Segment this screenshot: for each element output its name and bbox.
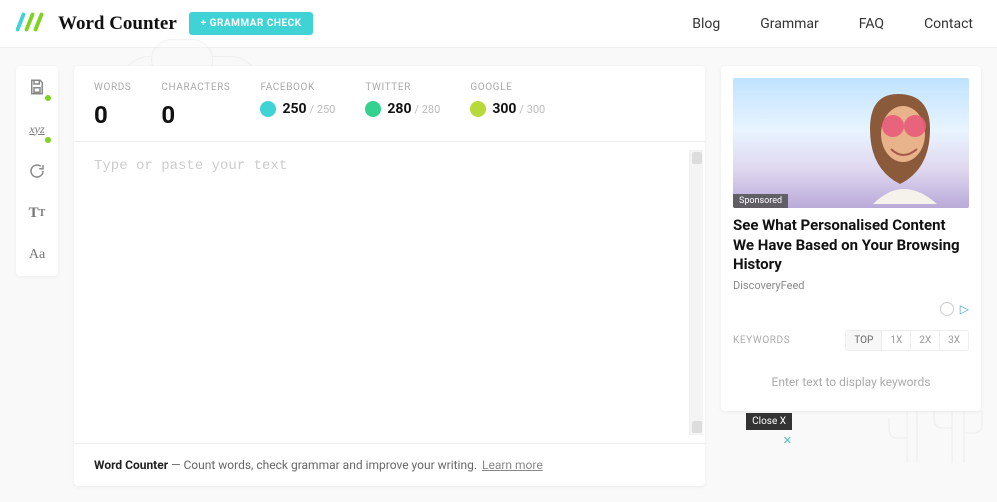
status-dot-icon bbox=[44, 94, 52, 102]
site-title: Word Counter bbox=[58, 13, 177, 35]
keyword-tabs: TOP 1X 2X 3X bbox=[845, 330, 969, 351]
footer-brand: Word Counter bbox=[94, 458, 168, 472]
font-face-tool[interactable]: Aa bbox=[24, 242, 50, 268]
nav-blog[interactable]: Blog bbox=[692, 16, 720, 32]
close-label[interactable]: Close X bbox=[746, 413, 792, 430]
tab-2x[interactable]: 2X bbox=[910, 331, 939, 350]
nav-grammar[interactable]: Grammar bbox=[760, 16, 819, 32]
scrollbar[interactable] bbox=[689, 150, 703, 435]
grammar-check-button[interactable]: + GRAMMAR CHECK bbox=[189, 12, 314, 35]
tab-3x[interactable]: 3X bbox=[939, 331, 968, 350]
learn-more-link[interactable]: Learn more bbox=[482, 458, 543, 472]
person-illustration-icon bbox=[843, 78, 963, 208]
sponsored-badge: Sponsored bbox=[733, 194, 788, 208]
font-size-tool[interactable]: TT bbox=[24, 200, 50, 226]
stat-words: WORDS 0 bbox=[94, 82, 131, 129]
logo-icon bbox=[16, 12, 46, 36]
footer-tagline: Word Counter — Count words, check gramma… bbox=[74, 443, 705, 486]
spellcheck-tool[interactable]: xyz bbox=[24, 116, 50, 142]
stat-label: GOOGLE bbox=[470, 82, 545, 93]
nav-contact[interactable]: Contact bbox=[924, 16, 973, 32]
editor-toolbar: xyz TT Aa bbox=[16, 66, 58, 276]
main-nav: Blog Grammar FAQ Contact bbox=[692, 16, 981, 32]
google-dot-icon bbox=[470, 101, 486, 117]
stat-max: / 250 bbox=[310, 103, 336, 116]
text-input[interactable] bbox=[94, 158, 699, 443]
stat-value: 0 bbox=[161, 101, 230, 129]
ad-source: DiscoveryFeed bbox=[733, 279, 969, 292]
stat-label: FACEBOOK bbox=[260, 82, 335, 93]
sync-tool[interactable] bbox=[24, 158, 50, 184]
stat-label: CHARACTERS bbox=[161, 82, 230, 93]
spellcheck-label: xyz bbox=[29, 122, 44, 137]
stat-google: GOOGLE 300 / 300 bbox=[470, 82, 545, 129]
keywords-empty-state: Enter text to display keywords bbox=[733, 351, 969, 399]
ad-title[interactable]: See What Personalised Content We Have Ba… bbox=[733, 216, 969, 275]
status-dot-icon bbox=[44, 136, 52, 144]
adchoices-face-icon[interactable] bbox=[940, 302, 954, 316]
save-tool[interactable] bbox=[24, 74, 50, 100]
stat-value: 250 bbox=[282, 101, 306, 117]
stat-value: 0 bbox=[94, 101, 131, 129]
stat-value: 300 bbox=[492, 101, 516, 117]
scroll-down-icon[interactable] bbox=[692, 421, 702, 433]
stat-twitter: TWITTER 280 / 280 bbox=[365, 82, 440, 129]
nav-faq[interactable]: FAQ bbox=[859, 16, 884, 32]
editor-card: WORDS 0 CHARACTERS 0 FACEBOOK 250 / 250 … bbox=[74, 66, 705, 486]
stat-facebook: FACEBOOK 250 / 250 bbox=[260, 82, 335, 129]
stat-label: WORDS bbox=[94, 82, 131, 93]
ad-close: Close X ✕ bbox=[746, 409, 792, 447]
facebook-dot-icon bbox=[260, 101, 276, 117]
stats-bar: WORDS 0 CHARACTERS 0 FACEBOOK 250 / 250 … bbox=[74, 66, 705, 142]
stat-characters: CHARACTERS 0 bbox=[161, 82, 230, 129]
adchoices-icon[interactable]: ▷ bbox=[960, 302, 969, 316]
footer-text: Count words, check grammar and improve y… bbox=[183, 458, 477, 472]
logo[interactable]: Word Counter bbox=[16, 12, 177, 36]
ad-image[interactable]: Sponsored bbox=[733, 78, 969, 208]
stat-label: TWITTER bbox=[365, 82, 440, 93]
stat-value: 280 bbox=[387, 101, 411, 117]
sidebar: Sponsored See What Personalised Content … bbox=[721, 66, 981, 411]
tab-top[interactable]: TOP bbox=[846, 331, 881, 350]
twitter-dot-icon bbox=[365, 101, 381, 117]
stat-max: / 280 bbox=[414, 103, 440, 116]
scroll-up-icon[interactable] bbox=[692, 152, 702, 164]
close-icon[interactable]: ✕ bbox=[746, 434, 792, 447]
stat-max: / 300 bbox=[519, 103, 545, 116]
keywords-label: KEYWORDS bbox=[733, 335, 790, 346]
tab-1x[interactable]: 1X bbox=[881, 331, 910, 350]
